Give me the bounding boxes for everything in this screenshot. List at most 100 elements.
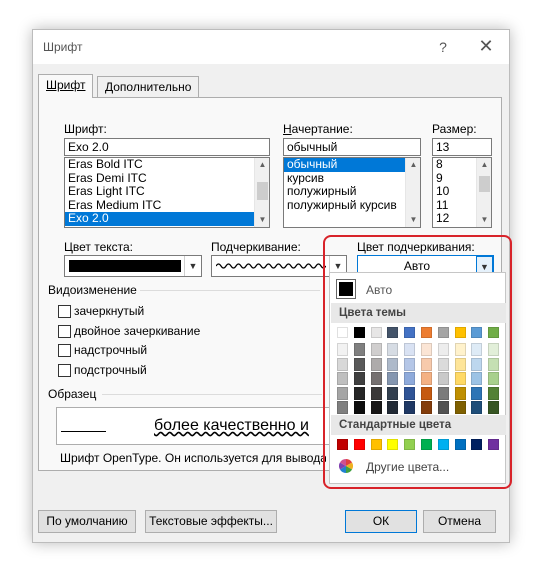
theme-color-swatch[interactable] xyxy=(454,386,466,400)
theme-color-swatch[interactable] xyxy=(471,386,483,400)
theme-color-swatch[interactable] xyxy=(370,357,382,371)
theme-color-swatch[interactable] xyxy=(387,327,399,338)
effect-checkbox[interactable] xyxy=(58,344,71,357)
text-effects-button[interactable]: Текстовые эффекты... xyxy=(145,510,277,533)
tab-font[interactable]: Шрифт xyxy=(38,74,94,98)
style-input[interactable]: обычный xyxy=(283,138,421,156)
theme-color-swatch[interactable] xyxy=(471,401,483,414)
theme-color-swatch[interactable] xyxy=(404,343,416,356)
theme-color-swatch[interactable] xyxy=(437,401,449,414)
scroll-down-icon[interactable]: ▼ xyxy=(255,213,269,227)
theme-color-swatch[interactable] xyxy=(437,327,449,338)
theme-color-swatch[interactable] xyxy=(454,357,466,371)
size-list[interactable]: 8 9 10 11 12 ▲ ▼ xyxy=(432,157,492,228)
theme-color-swatch[interactable] xyxy=(387,386,399,400)
theme-color-swatch[interactable] xyxy=(471,327,483,338)
theme-color-swatch[interactable] xyxy=(337,372,348,385)
theme-color-swatch[interactable] xyxy=(370,372,382,385)
theme-color-swatch[interactable] xyxy=(353,327,365,338)
style-list-scrollbar[interactable]: ▲ ▼ xyxy=(405,158,420,227)
auto-color-option[interactable] xyxy=(336,279,356,299)
theme-color-swatch[interactable] xyxy=(488,327,500,338)
theme-color-swatch[interactable] xyxy=(387,401,399,414)
style-list-item[interactable]: курсив xyxy=(284,171,405,186)
theme-color-swatch[interactable] xyxy=(454,401,466,414)
theme-color-swatch[interactable] xyxy=(370,327,382,338)
size-input[interactable]: 13 xyxy=(432,138,492,156)
standard-color-swatch[interactable] xyxy=(454,439,466,450)
theme-color-swatch[interactable] xyxy=(421,357,432,371)
theme-color-swatch[interactable] xyxy=(387,357,399,371)
theme-color-swatch[interactable] xyxy=(471,372,483,385)
style-list-item[interactable]: полужирный xyxy=(284,184,405,199)
theme-color-swatch[interactable] xyxy=(337,386,348,400)
effect-label[interactable]: подстрочный xyxy=(74,363,147,377)
standard-color-swatch[interactable] xyxy=(387,439,399,450)
close-button[interactable]: ✕ xyxy=(473,36,499,58)
theme-color-swatch[interactable] xyxy=(437,343,449,356)
theme-color-swatch[interactable] xyxy=(488,401,500,414)
more-colors-link[interactable]: Другие цвета... xyxy=(366,460,449,474)
theme-color-swatch[interactable] xyxy=(387,343,399,356)
theme-color-swatch[interactable] xyxy=(404,372,416,385)
theme-color-swatch[interactable] xyxy=(437,357,449,371)
theme-color-swatch[interactable] xyxy=(454,327,466,338)
theme-color-swatch[interactable] xyxy=(404,327,416,338)
theme-color-swatch[interactable] xyxy=(488,343,500,356)
tab-advanced[interactable]: Дополнительно xyxy=(97,76,200,98)
theme-color-swatch[interactable] xyxy=(421,386,432,400)
theme-color-swatch[interactable] xyxy=(353,343,365,356)
font-list-item[interactable]: Eras Medium ITC xyxy=(65,198,254,213)
theme-color-swatch[interactable] xyxy=(437,386,449,400)
style-list-item[interactable]: обычный xyxy=(284,158,405,172)
effect-checkbox[interactable] xyxy=(58,305,71,318)
font-list-item[interactable]: Eras Bold ITC xyxy=(65,158,254,172)
effect-label[interactable]: надстрочный xyxy=(74,343,147,357)
font-list-item[interactable]: Eras Demi ITC xyxy=(65,171,254,186)
theme-color-swatch[interactable] xyxy=(370,386,382,400)
scroll-thumb[interactable] xyxy=(257,182,268,200)
effect-checkbox[interactable] xyxy=(58,324,71,338)
scroll-down-icon[interactable]: ▼ xyxy=(406,213,420,227)
effect-label[interactable]: двойное зачеркивание xyxy=(74,324,200,338)
font-list-item[interactable]: Eras Light ITC xyxy=(65,184,254,199)
standard-color-swatch[interactable] xyxy=(488,439,500,450)
scroll-down-icon[interactable]: ▼ xyxy=(477,213,491,227)
chevron-down-icon[interactable]: ▼ xyxy=(184,256,201,276)
theme-color-swatch[interactable] xyxy=(454,372,466,385)
theme-color-swatch[interactable] xyxy=(471,357,483,371)
theme-color-swatch[interactable] xyxy=(370,401,382,414)
theme-color-swatch[interactable] xyxy=(437,372,449,385)
standard-color-swatch[interactable] xyxy=(337,439,348,450)
standard-color-swatch[interactable] xyxy=(471,439,483,450)
standard-color-swatch[interactable] xyxy=(370,439,382,450)
theme-color-swatch[interactable] xyxy=(353,386,365,400)
theme-color-swatch[interactable] xyxy=(421,327,432,338)
effect-checkbox[interactable] xyxy=(58,363,71,377)
underline-combo[interactable]: ▼ xyxy=(211,255,347,277)
scroll-up-icon[interactable]: ▲ xyxy=(477,158,491,172)
ok-button[interactable]: ОК xyxy=(345,510,417,533)
scroll-thumb[interactable] xyxy=(479,176,490,192)
scroll-up-icon[interactable]: ▲ xyxy=(406,158,420,172)
standard-color-swatch[interactable] xyxy=(404,439,416,450)
theme-color-swatch[interactable] xyxy=(370,343,382,356)
theme-color-swatch[interactable] xyxy=(471,343,483,356)
theme-color-swatch[interactable] xyxy=(337,327,348,338)
set-default-button[interactable]: По умолчанию xyxy=(38,510,136,533)
theme-color-swatch[interactable] xyxy=(353,357,365,371)
font-list[interactable]: Eras Bold ITC Eras Demi ITC Eras Light ITC… xyxy=(64,157,270,228)
size-list-scrollbar[interactable]: ▲ ▼ xyxy=(476,158,491,227)
auto-color-label[interactable]: Авто xyxy=(366,283,392,297)
help-button[interactable]: ? xyxy=(431,36,455,58)
standard-color-swatch[interactable] xyxy=(353,439,365,450)
standard-color-swatch[interactable] xyxy=(437,439,449,450)
theme-color-swatch[interactable] xyxy=(488,357,500,371)
theme-color-swatch[interactable] xyxy=(404,357,416,371)
font-list-scrollbar[interactable]: ▲ ▼ xyxy=(254,158,269,227)
effect-label[interactable]: зачеркнутый xyxy=(74,304,144,318)
theme-color-swatch[interactable] xyxy=(404,386,416,400)
theme-color-swatch[interactable] xyxy=(488,386,500,400)
scroll-up-icon[interactable]: ▲ xyxy=(255,158,269,172)
style-list[interactable]: обычный курсив полужирный полужирный курсив… xyxy=(283,157,421,228)
